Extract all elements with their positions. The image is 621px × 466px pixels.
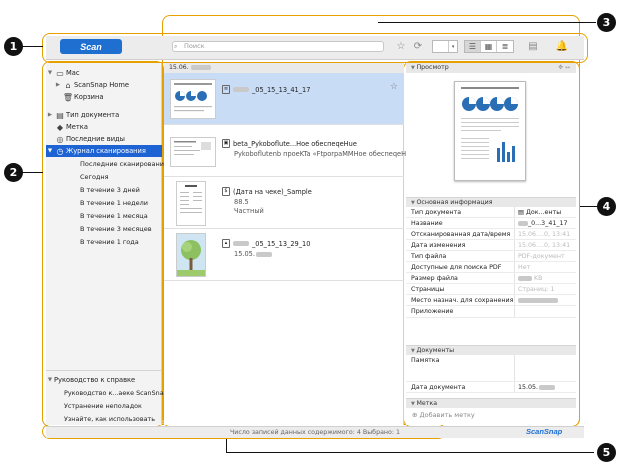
prop-save-location[interactable]: Место назнач. для сохранения ▭ [406, 295, 576, 306]
document-thumbnail [170, 137, 216, 167]
list-item[interactable]: ▣ beta_Pykoboflute...Hoe обеспеqeHue Pyko… [164, 125, 414, 177]
sidebar-item-recent-views[interactable]: ◎ Последние виды [46, 133, 162, 145]
favorite-star-icon[interactable]: ☆ [390, 82, 398, 92]
plus-circle-icon: ⊕ [412, 411, 420, 419]
journal-item-3-months[interactable]: В течение 3 месяцев [46, 223, 162, 235]
tag-header[interactable]: ▼ Метка [406, 398, 576, 408]
photo-thumbnail [176, 233, 206, 277]
sidebar-item-scansnap-home[interactable]: ▶ ⌂ ScanSnap Home [46, 79, 162, 91]
clock-icon: ◷ [56, 146, 64, 156]
document-type-icon: ▤ [56, 110, 64, 120]
callout-4: 4 [597, 197, 616, 216]
journal-item-1-year[interactable]: В течение 1 года [46, 236, 162, 248]
prop-scan-datetime: Отсканированная дата/время 15.06....0, 13… [406, 229, 576, 240]
callout-1: 1 [4, 37, 23, 56]
prop-file-size: Размер файла KB [406, 273, 576, 284]
prop-memo[interactable]: Памятка [406, 355, 576, 382]
grid-view-icon[interactable]: ▦ [481, 41, 497, 52]
prop-doc-date[interactable]: Дата документа 15.05. [406, 382, 576, 393]
basic-info-header[interactable]: ▼ Основная информация [406, 197, 576, 207]
journal-item-1-month[interactable]: В течение 1 месяца [46, 210, 162, 222]
guide-item-troubleshooting[interactable]: Устранение неполадок [46, 400, 162, 412]
journal-item-1-week[interactable]: В течение 1 недели [46, 197, 162, 209]
prop-searchable-pdf: Доступные для поиска PDF Нет [406, 262, 576, 273]
tag-icon: ◆ [56, 122, 64, 132]
prop-application: Приложение [406, 306, 576, 318]
pdf-file-icon: ≡ [222, 85, 230, 94]
status-bar: Число записей данных содержимого: 4 Выбр… [46, 426, 584, 438]
scan-button[interactable]: Scan [60, 39, 122, 54]
journal-item-recent[interactable]: Последние сканирования [46, 158, 168, 170]
notification-bell-icon[interactable]: 🔔 [555, 40, 569, 52]
document-icon: ▤ [518, 209, 526, 216]
list-item[interactable]: $ (Дата на чеке)_Sample 88.5 Частный [164, 177, 404, 229]
preview-header[interactable]: ▼ Просмотр ✥ ↔ [406, 63, 576, 73]
panel-toggle-icon[interactable]: ▤ [526, 40, 540, 52]
prop-file-type: Тип файла PDF-документ [406, 251, 576, 262]
date-group-header: 15.06. [164, 63, 404, 73]
callout-2: 2 [4, 163, 23, 182]
callout-3: 3 [597, 13, 616, 32]
sidebar-item-trash[interactable]: 🗑 Корзина [46, 91, 162, 103]
recent-views-icon: ◎ [56, 134, 64, 144]
prop-modified-date: Дата изменения 15.06....0, 13:41 [406, 240, 576, 251]
prop-doc-type[interactable]: Тип документа ▤ Док...енты [406, 207, 576, 218]
guide-item-learn[interactable]: Узнайте, как использовать [46, 413, 162, 425]
detail-view-icon[interactable]: ≣ [497, 41, 513, 52]
receipt-file-icon: $ [222, 187, 230, 196]
prop-name[interactable]: Название _0...3_41_17 [406, 218, 576, 229]
sidebar-item-scan-journal[interactable]: ▼ ◷ Журнал сканирования [46, 145, 162, 157]
word-file-icon: ▣ [222, 139, 230, 148]
prop-pages: Страницы Страниц: 1 [406, 284, 576, 295]
guide-header[interactable]: ▼ Руководство к справке [46, 374, 162, 386]
expand-icon[interactable]: ✥ ↔ [558, 63, 570, 73]
photo-file-icon: ▴ [222, 239, 230, 248]
refresh-icon[interactable]: ⟳ [412, 40, 424, 52]
guide-item-manual[interactable]: Руководство к...аеке ScanSnap [46, 387, 168, 399]
documents-header[interactable]: ▼ Документы [406, 345, 576, 355]
scansnap-logo: ScanSnap [526, 427, 563, 436]
add-tag-button[interactable]: ⊕ Добавить метку [412, 411, 475, 419]
computer-icon: ▭ [56, 68, 64, 78]
sidebar-item-tag[interactable]: ◆ Метка [46, 121, 162, 133]
list-item[interactable]: ▴ _05_15_13_29_10 15.05. [164, 229, 404, 281]
search-icon: ⌕ [174, 42, 178, 50]
preview-page [454, 81, 526, 181]
action-dropdown[interactable]: ▾ [432, 40, 458, 53]
view-mode-switch[interactable]: ☰ ▦ ≣ [464, 40, 514, 53]
trash-icon: 🗑 [62, 92, 74, 102]
document-thumbnail [170, 79, 216, 119]
list-item[interactable]: ≡ _05_15_13_41_17 ☆ [164, 73, 404, 125]
sidebar-item-mac[interactable]: ▼ ▭ Mac [46, 67, 162, 79]
journal-item-today[interactable]: Сегодня [46, 171, 162, 183]
list-view-icon[interactable]: ☰ [465, 41, 481, 52]
sidebar: ▼ ▭ Mac ▶ ⌂ ScanSnap Home 🗑 Корзина ▶ ▤ Тип док… [46, 63, 168, 425]
home-icon: ⌂ [65, 80, 71, 90]
search-input[interactable]: Поиск [172, 41, 384, 52]
journal-item-3-days[interactable]: В течение 3 дней [46, 184, 162, 196]
favorite-star-icon[interactable]: ☆ [395, 40, 407, 52]
callout-5: 5 [597, 443, 616, 462]
sidebar-item-doc-type[interactable]: ▶ ▤ Тип документа [46, 109, 162, 121]
receipt-thumbnail [176, 181, 206, 226]
